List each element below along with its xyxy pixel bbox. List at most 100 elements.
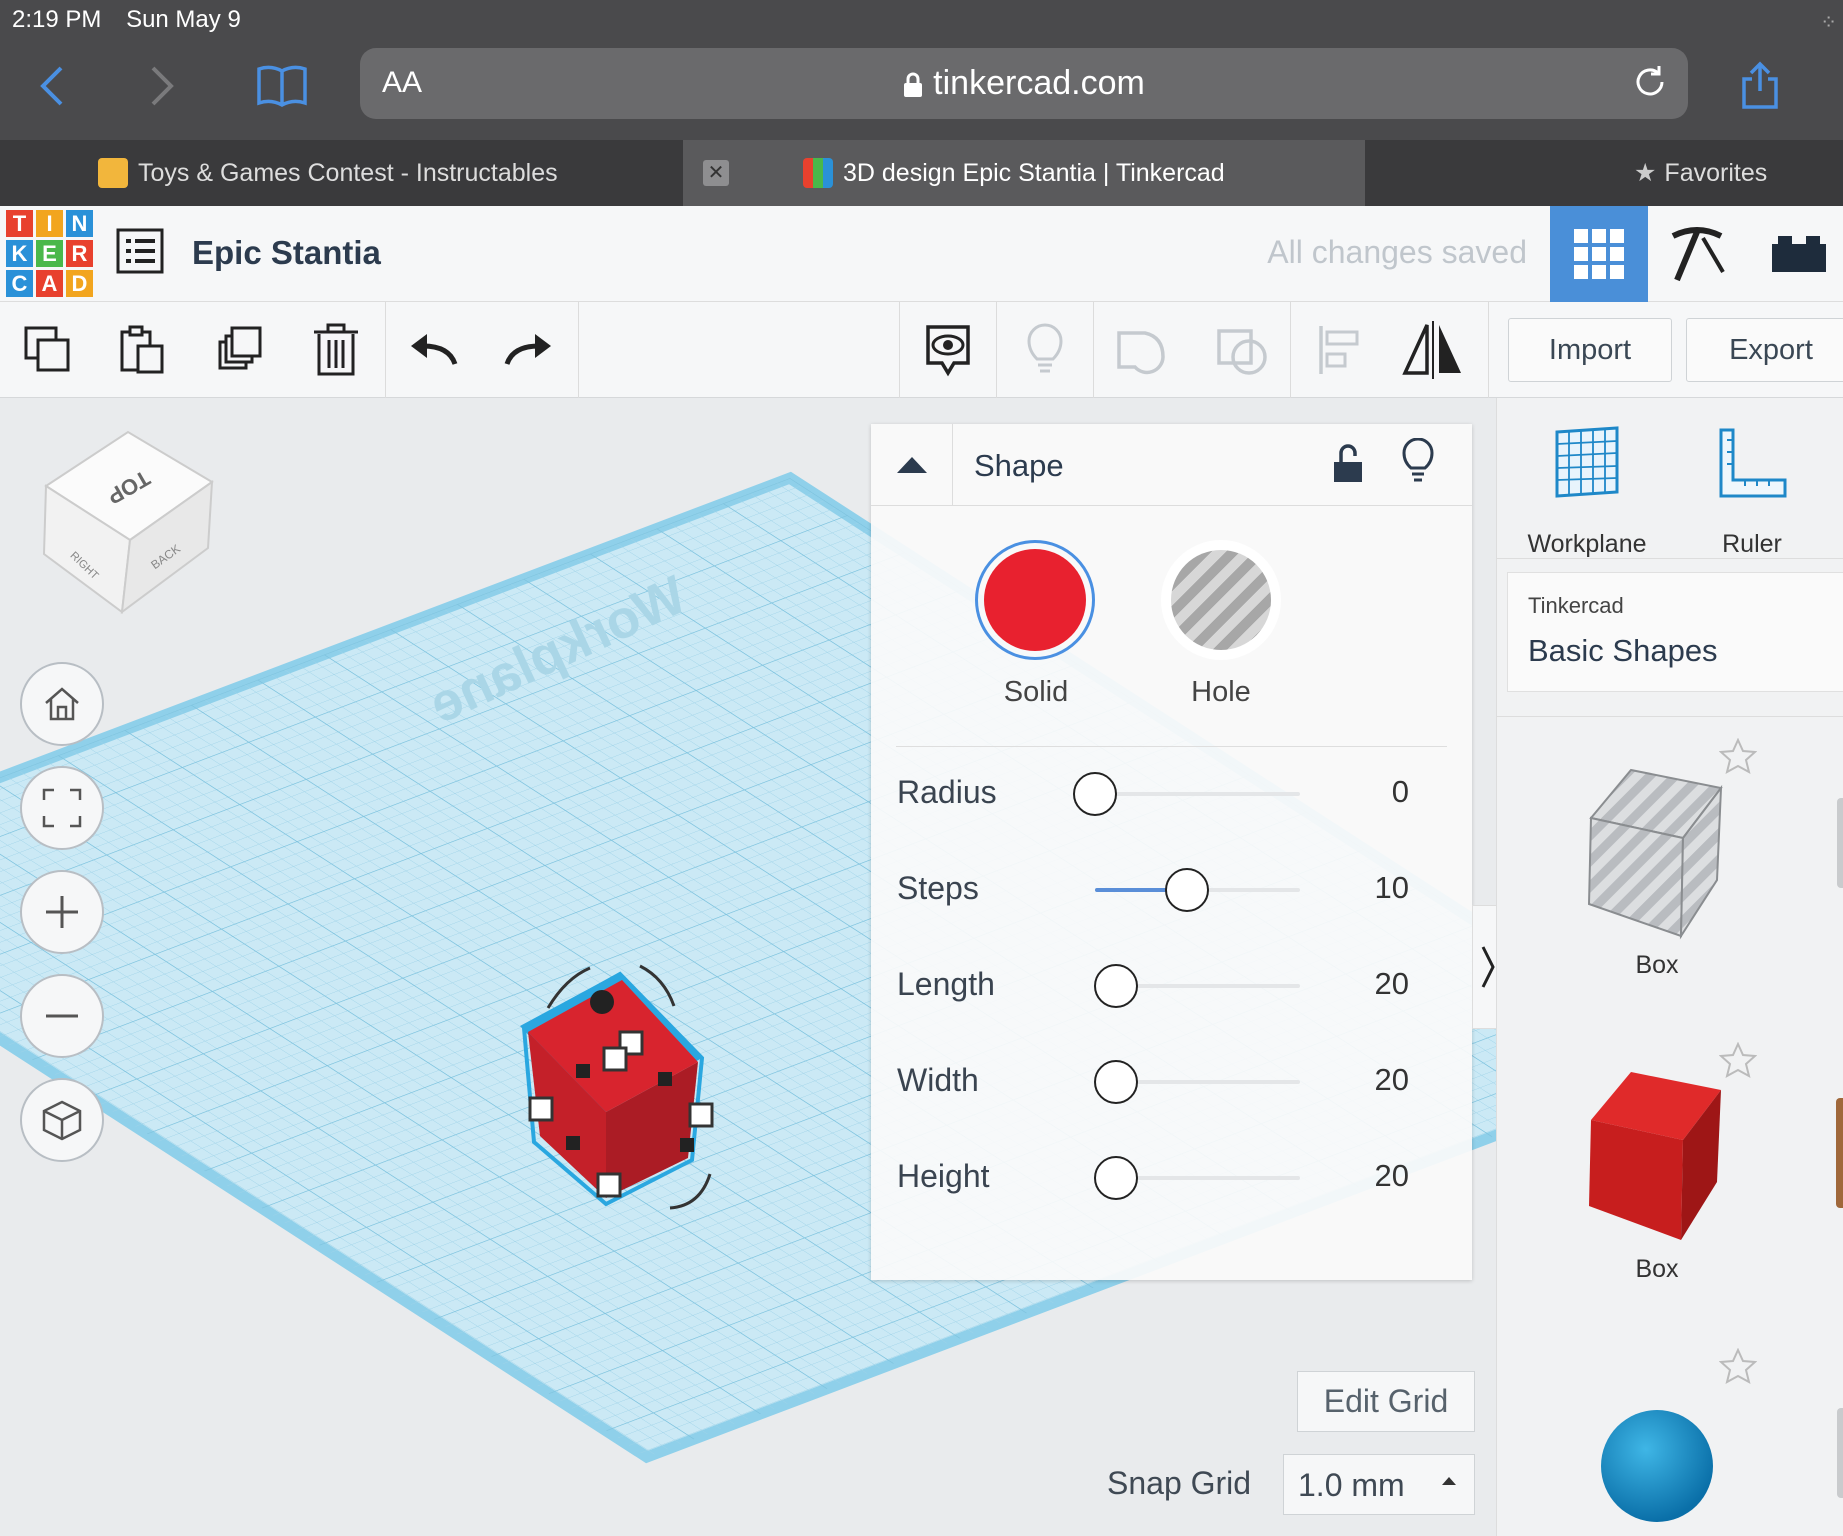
delete-button[interactable] bbox=[288, 302, 384, 398]
favorite-shape-button[interactable] bbox=[1718, 1041, 1758, 1083]
favorite-shape-button[interactable] bbox=[1718, 737, 1758, 779]
hole-swatch bbox=[1171, 550, 1271, 650]
solid-label: Solid bbox=[1003, 676, 1069, 708]
workplane-tool[interactable]: Workplane bbox=[1507, 426, 1667, 558]
slider-handle[interactable] bbox=[1073, 772, 1117, 816]
slider-handle[interactable] bbox=[1093, 1156, 1138, 1200]
favorites-button[interactable]: ★ Favorites bbox=[1620, 140, 1843, 206]
zoom-in-button[interactable] bbox=[20, 870, 104, 954]
tab-bar: Toys & Games Contest - Instructables ✕ 3… bbox=[0, 140, 1843, 206]
favorite-shape-button[interactable] bbox=[1718, 1347, 1758, 1389]
shape-box-hole[interactable]: Box bbox=[1557, 766, 1757, 980]
slider-handle[interactable] bbox=[1093, 1060, 1138, 1104]
hole-label: Hole bbox=[1191, 676, 1251, 708]
home-view-button[interactable] bbox=[20, 662, 104, 746]
import-button[interactable]: Import bbox=[1508, 318, 1672, 382]
unlock-icon bbox=[1334, 444, 1362, 482]
show-hidden-button[interactable] bbox=[997, 302, 1093, 398]
redo-button[interactable] bbox=[480, 302, 576, 398]
partial-shape-item[interactable] bbox=[1836, 1098, 1843, 1208]
cube-outline-icon bbox=[42, 1100, 82, 1141]
paste-button[interactable] bbox=[94, 302, 190, 398]
solid-color-swatch bbox=[984, 549, 1086, 651]
slider-handle[interactable] bbox=[1093, 964, 1138, 1008]
shape-box-solid[interactable]: Box bbox=[1557, 1070, 1757, 1284]
shape-sphere[interactable] bbox=[1557, 1398, 1757, 1533]
chevron-right-icon bbox=[151, 66, 174, 106]
shape-inspector: Shape Solid Hole Radius 0 Steps 10 Length 20 W… bbox=[871, 424, 1472, 1280]
share-button[interactable] bbox=[1730, 58, 1790, 114]
duplicate-button[interactable] bbox=[192, 302, 288, 398]
visibility-button[interactable] bbox=[1401, 437, 1435, 489]
undo-button[interactable] bbox=[386, 302, 482, 398]
group-button[interactable] bbox=[1094, 302, 1190, 398]
library-source: Tinkercad bbox=[1528, 593, 1624, 618]
logo-letter: K bbox=[6, 240, 33, 267]
ruler-tool[interactable]: Ruler bbox=[1672, 426, 1832, 558]
status-time: 2:19 PM bbox=[12, 6, 102, 33]
align-icon bbox=[1319, 326, 1359, 374]
param-label: Radius bbox=[897, 774, 997, 810]
lego-view-button[interactable] bbox=[1750, 206, 1843, 302]
loading-indicator-icon: ⁘ bbox=[1820, 12, 1837, 34]
param-slider[interactable] bbox=[1095, 792, 1300, 796]
solid-color-button[interactable] bbox=[975, 540, 1095, 660]
chevron-right-icon bbox=[1481, 946, 1495, 988]
param-value[interactable]: 20 bbox=[1375, 1062, 1409, 1098]
collapse-inspector-button[interactable] bbox=[871, 424, 953, 506]
slider-handle[interactable] bbox=[1165, 868, 1210, 912]
tab-instructables[interactable]: Toys & Games Contest - Instructables bbox=[0, 140, 683, 206]
fit-view-button[interactable] bbox=[20, 766, 104, 850]
address-bar[interactable]: AA tinkercad.com bbox=[360, 48, 1688, 119]
reload-button[interactable] bbox=[1630, 62, 1670, 107]
partial-shape-item[interactable] bbox=[1837, 1408, 1843, 1498]
status-date: Sun May 9 bbox=[126, 6, 241, 33]
tinkercad-favicon-icon bbox=[803, 158, 833, 188]
bookmarks-button[interactable] bbox=[252, 58, 312, 114]
snap-grid-select[interactable]: 1.0 mm bbox=[1283, 1454, 1475, 1515]
hole-button[interactable] bbox=[1161, 540, 1281, 660]
duplicate-icon bbox=[218, 326, 262, 370]
design-list-button[interactable] bbox=[116, 228, 164, 279]
forward-button[interactable] bbox=[132, 58, 192, 114]
param-radius: Radius 0 bbox=[897, 764, 1447, 824]
edit-grid-button[interactable]: Edit Grid bbox=[1297, 1371, 1475, 1432]
param-value[interactable]: 10 bbox=[1375, 870, 1409, 906]
logo-letter: R bbox=[66, 240, 93, 267]
ruler-icon bbox=[1719, 428, 1787, 498]
zoom-out-button[interactable] bbox=[20, 974, 104, 1058]
shape-library-selector[interactable]: Tinkercad Basic Shapes bbox=[1507, 572, 1843, 692]
param-value[interactable]: 20 bbox=[1375, 1158, 1409, 1194]
param-value[interactable]: 20 bbox=[1375, 966, 1409, 1002]
back-button[interactable] bbox=[22, 58, 82, 114]
design-title[interactable]: Epic Stantia bbox=[192, 234, 381, 272]
group-icon bbox=[1117, 331, 1165, 375]
tinkercad-logo[interactable]: TIN KER CAD bbox=[6, 210, 93, 297]
param-label: Width bbox=[897, 1062, 979, 1098]
sphere-icon bbox=[1601, 1410, 1713, 1522]
ungroup-button[interactable] bbox=[1194, 302, 1290, 398]
url-text: tinkercad.com bbox=[933, 64, 1145, 102]
save-status: All changes saved bbox=[1267, 234, 1527, 270]
align-button[interactable] bbox=[1291, 302, 1387, 398]
pickaxe-icon bbox=[1671, 227, 1725, 282]
param-steps: Steps 10 bbox=[897, 860, 1447, 920]
perspective-button[interactable] bbox=[20, 1078, 104, 1162]
hole-box-icon bbox=[1587, 768, 1723, 940]
3d-view-button[interactable] bbox=[1550, 206, 1648, 302]
mirror-button[interactable] bbox=[1385, 302, 1481, 398]
view-cube[interactable]: TOP RIGHT BACK bbox=[40, 428, 220, 618]
export-button[interactable]: Export bbox=[1686, 318, 1843, 382]
speech-eye-icon bbox=[926, 325, 970, 377]
chevron-left-icon bbox=[40, 66, 63, 106]
close-tab-button[interactable]: ✕ bbox=[703, 160, 729, 186]
notes-button[interactable] bbox=[900, 302, 996, 398]
logo-letter: T bbox=[6, 210, 33, 237]
tab-tinkercad[interactable]: ✕ 3D design Epic Stantia | Tinkercad bbox=[683, 140, 1365, 206]
partial-shape-item[interactable] bbox=[1837, 798, 1843, 888]
minecraft-view-button[interactable] bbox=[1650, 206, 1748, 302]
param-width: Width 20 bbox=[897, 1052, 1447, 1112]
copy-button[interactable] bbox=[0, 302, 96, 398]
lock-button[interactable] bbox=[1333, 442, 1363, 489]
param-value[interactable]: 0 bbox=[1392, 774, 1409, 810]
